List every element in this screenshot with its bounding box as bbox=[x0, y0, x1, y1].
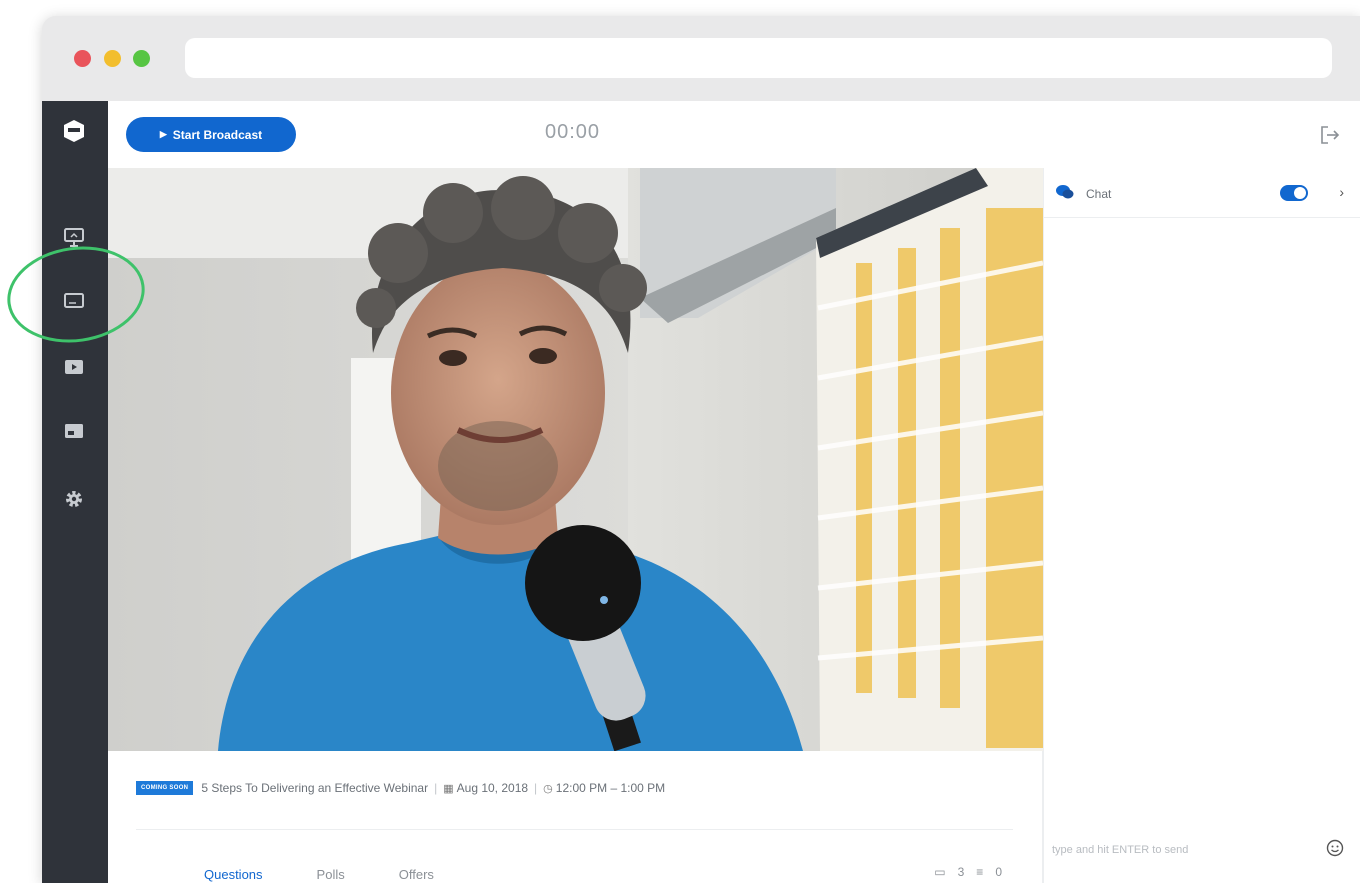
address-bar[interactable] bbox=[185, 38, 1332, 78]
webinar-time: 12:00 PM – 1:00 PM bbox=[555, 781, 666, 795]
divider: | bbox=[434, 781, 438, 795]
browser-titlebar bbox=[42, 16, 1360, 101]
webcam-video-feed bbox=[108, 168, 1043, 751]
tab-counters: ▭ 3 ≡ 0 bbox=[934, 865, 1002, 879]
tab-polls[interactable]: Polls bbox=[317, 867, 345, 882]
broadcast-timer: 00:00 bbox=[545, 121, 601, 143]
main-content: ▶ Start Broadcast 00:00 COMING SOON 5 St… bbox=[108, 101, 1360, 883]
chevron-right-icon[interactable]: › bbox=[1339, 184, 1344, 200]
webinar-info: COMING SOON 5 Steps To Delivering an Eff… bbox=[108, 751, 1043, 883]
webinar-title: 5 Steps To Delivering an Effective Webin… bbox=[201, 781, 429, 795]
browser-window: ▶ Start Broadcast 00:00 COMING SOON 5 St… bbox=[42, 16, 1360, 883]
divider: | bbox=[534, 781, 538, 795]
exit-icon[interactable] bbox=[1318, 123, 1342, 147]
webinar-info-line: COMING SOON 5 Steps To Delivering an Eff… bbox=[136, 781, 665, 795]
chat-message-input[interactable] bbox=[1052, 832, 1302, 868]
calendar-icon: ▦ bbox=[443, 782, 454, 795]
tab-questions[interactable]: Questions bbox=[204, 867, 263, 882]
polls-count: 0 bbox=[995, 865, 1002, 879]
play-icon: ▶ bbox=[159, 129, 167, 139]
top-bar: ▶ Start Broadcast 00:00 bbox=[108, 101, 1360, 168]
webinar-date: Aug 10, 2018 bbox=[456, 781, 529, 795]
sidebar bbox=[42, 101, 108, 883]
layout-icon[interactable] bbox=[62, 419, 86, 443]
chat-bubbles-icon bbox=[1056, 185, 1074, 199]
minimize-window-button[interactable] bbox=[104, 50, 121, 67]
chat-enable-toggle[interactable] bbox=[1280, 185, 1308, 201]
start-broadcast-label: Start Broadcast bbox=[172, 127, 263, 142]
chat-header: Chat › bbox=[1044, 168, 1360, 218]
engagement-tabs: Questions Polls Offers bbox=[204, 867, 434, 882]
chat-title: Chat bbox=[1086, 187, 1112, 201]
gear-icon[interactable] bbox=[62, 487, 86, 511]
divider bbox=[136, 829, 1013, 830]
video-icon[interactable] bbox=[62, 355, 86, 379]
maximize-window-button[interactable] bbox=[133, 50, 150, 67]
close-window-button[interactable] bbox=[74, 50, 91, 67]
status-badge: COMING SOON bbox=[136, 781, 194, 795]
poll-icon: ≡ bbox=[976, 865, 984, 879]
tab-offers[interactable]: Offers bbox=[399, 867, 434, 882]
emoji-icon[interactable] bbox=[1326, 839, 1344, 857]
comment-icon: ▭ bbox=[934, 865, 946, 879]
clock-icon: ◷ bbox=[543, 782, 553, 795]
chat-panel: Chat › bbox=[1043, 168, 1360, 883]
start-broadcast-button[interactable]: ▶ Start Broadcast bbox=[126, 117, 296, 152]
logo-icon bbox=[64, 120, 84, 142]
questions-count: 3 bbox=[957, 865, 965, 879]
